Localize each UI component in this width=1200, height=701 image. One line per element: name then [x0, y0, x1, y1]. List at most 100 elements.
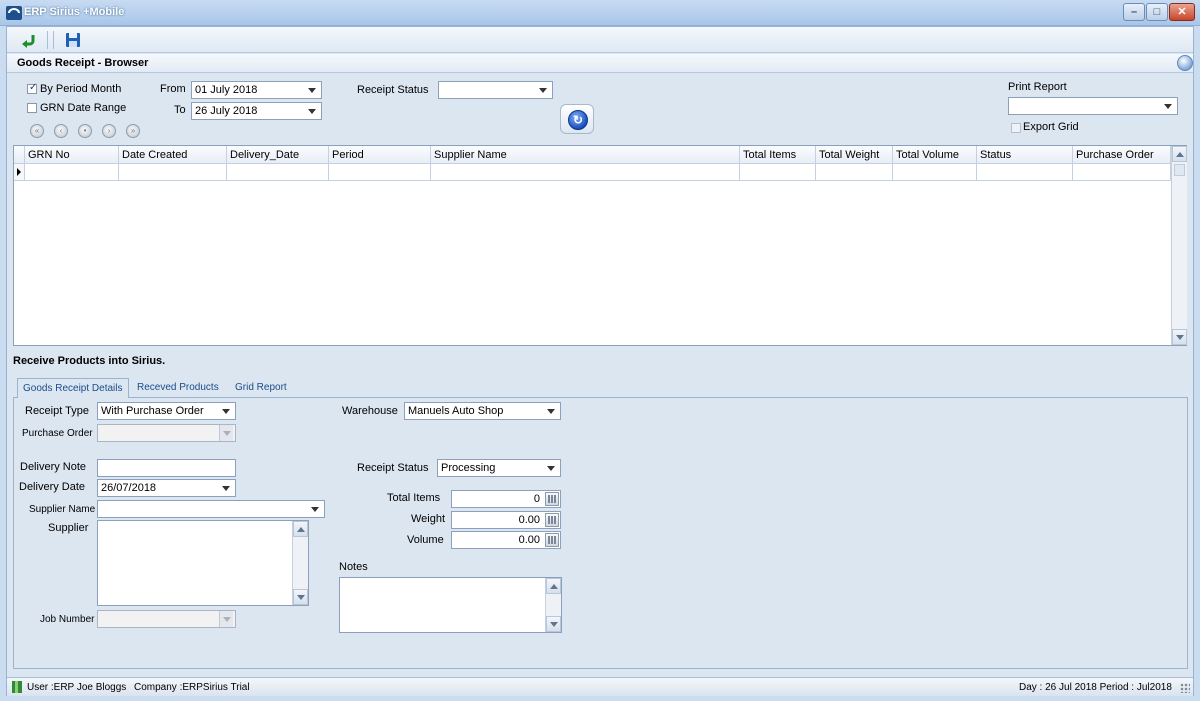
column-header-total-weight[interactable]: Total Weight	[816, 146, 893, 164]
scroll-down-icon[interactable]	[546, 616, 561, 632]
notes-label: Notes	[339, 561, 368, 573]
by-period-month-label: By Period Month	[40, 83, 122, 95]
notes-memo-scrollbar[interactable]	[545, 578, 561, 632]
grid-cell[interactable]	[977, 164, 1073, 181]
print-report-label: Print Report	[1008, 81, 1067, 93]
refresh-glyph: ↻	[572, 113, 584, 127]
column-header-status[interactable]: Status	[977, 146, 1073, 164]
chevron-down-icon[interactable]	[544, 403, 558, 419]
print-report-combo[interactable]	[1008, 97, 1178, 115]
chevron-down-icon[interactable]	[536, 82, 550, 98]
nav-last-glyph: »	[130, 126, 136, 135]
detail-receipt-status-value: Processing	[441, 462, 496, 474]
delivery-note-input[interactable]	[97, 459, 236, 477]
receipt-type-value: With Purchase Order	[101, 405, 204, 417]
toolbar-separator	[47, 31, 48, 49]
grid-cell[interactable]	[119, 164, 227, 181]
job-number-label: Job Number	[40, 614, 95, 625]
delivery-date-combo[interactable]: 26/07/2018	[97, 479, 236, 497]
volume-input[interactable]: 0.00	[451, 531, 561, 549]
grid-cell[interactable]	[25, 164, 119, 181]
chevron-down-icon[interactable]	[305, 103, 319, 119]
scroll-up-icon[interactable]	[546, 578, 561, 594]
nav-next-icon[interactable]: ›	[102, 124, 116, 138]
scroll-thumb[interactable]	[1174, 164, 1185, 176]
chevron-down-icon[interactable]	[219, 480, 233, 496]
from-date-combo[interactable]: 01 July 2018	[191, 81, 322, 99]
purchase-order-combo[interactable]	[97, 424, 236, 442]
chevron-down-icon[interactable]	[544, 460, 558, 476]
supplier-memo-scrollbar[interactable]	[292, 521, 308, 605]
chevron-down-icon[interactable]	[308, 501, 322, 517]
column-header-date-created[interactable]: Date Created	[119, 146, 227, 164]
total-items-input[interactable]: 0	[451, 490, 561, 508]
supplier-name-combo[interactable]	[97, 500, 325, 518]
calculator-icon[interactable]	[545, 492, 559, 506]
warehouse-combo[interactable]: Manuels Auto Shop	[404, 402, 561, 420]
chevron-down-icon[interactable]	[1161, 98, 1175, 114]
back-arrow-icon[interactable]	[19, 30, 39, 50]
calculator-icon[interactable]	[545, 513, 559, 527]
chevron-down-icon[interactable]	[219, 425, 233, 441]
grid-cell[interactable]	[431, 164, 740, 181]
grn-date-range-checkbox[interactable]	[27, 103, 37, 113]
column-header-grn-no[interactable]: GRN No	[25, 146, 119, 164]
scroll-up-icon[interactable]	[1172, 146, 1187, 162]
notes-memo[interactable]	[339, 577, 562, 633]
save-floppy-icon[interactable]	[63, 30, 83, 50]
column-header-supplier-name[interactable]: Supplier Name	[431, 146, 740, 164]
grid-cell[interactable]	[1073, 164, 1171, 181]
tab-grid-report[interactable]: Grid Report	[230, 378, 292, 398]
minimize-button[interactable]: –	[1123, 3, 1145, 21]
chevron-down-icon[interactable]	[219, 403, 233, 419]
job-number-combo[interactable]	[97, 610, 236, 628]
export-grid-checkbox[interactable]	[1011, 123, 1021, 133]
weight-input[interactable]: 0.00	[451, 511, 561, 529]
to-date-combo[interactable]: 26 July 2018	[191, 102, 322, 120]
toolbar	[7, 27, 1193, 53]
grid-cell[interactable]	[893, 164, 977, 181]
grid-cell[interactable]	[740, 164, 816, 181]
to-label: To	[174, 104, 186, 116]
nav-first-icon[interactable]: «	[30, 124, 44, 138]
nav-last-icon[interactable]: »	[126, 124, 140, 138]
maximize-button[interactable]: □	[1146, 3, 1168, 21]
warehouse-label: Warehouse	[342, 405, 398, 417]
chevron-down-icon[interactable]	[219, 611, 233, 627]
detail-receipt-status-combo[interactable]: Processing	[437, 459, 561, 477]
nav-next-glyph: ›	[107, 126, 111, 135]
scroll-up-icon[interactable]	[293, 521, 308, 537]
scroll-down-icon[interactable]	[293, 589, 308, 605]
supplier-memo[interactable]	[97, 520, 309, 606]
chevron-down-icon[interactable]	[305, 82, 319, 98]
collapse-refresh-icon[interactable]	[1177, 55, 1193, 71]
refresh-button[interactable]: ↻	[560, 104, 594, 134]
tab-goods-receipt-details[interactable]: Goods Receipt Details	[17, 378, 129, 398]
grid-cell[interactable]	[329, 164, 431, 181]
receipt-type-combo[interactable]: With Purchase Order	[97, 402, 236, 420]
nav-current-icon[interactable]: •	[78, 124, 92, 138]
receipt-status-label: Receipt Status	[357, 84, 429, 96]
close-button[interactable]: ✕	[1169, 3, 1195, 21]
column-header-purchase-order[interactable]: Purchase Order	[1073, 146, 1171, 164]
grid-cell[interactable]	[227, 164, 329, 181]
tab-received-products[interactable]: Receved Products	[132, 378, 224, 398]
receipt-status-combo[interactable]	[438, 81, 553, 99]
scroll-down-icon[interactable]	[1172, 329, 1187, 345]
by-period-month-checkbox[interactable]: ✓	[27, 82, 38, 94]
grid-vertical-scrollbar[interactable]	[1171, 146, 1187, 345]
resize-grip-icon[interactable]	[1180, 683, 1190, 693]
purchase-order-label: Purchase Order	[22, 428, 93, 439]
grid-cell[interactable]	[816, 164, 893, 181]
status-company: Company :ERPSirius Trial	[134, 682, 250, 693]
status-bar: User :ERP Joe Bloggs Company :ERPSirius …	[7, 677, 1193, 696]
nav-prev-icon[interactable]: ‹	[54, 124, 68, 138]
checkmark-icon: ✓	[29, 82, 38, 93]
column-header-delivery-date[interactable]: Delivery_Date	[227, 146, 329, 164]
calculator-icon[interactable]	[545, 533, 559, 547]
goods-receipt-grid[interactable]: GRN No Date Created Delivery_Date Period…	[13, 145, 1187, 346]
column-header-period[interactable]: Period	[329, 146, 431, 164]
column-header-total-items[interactable]: Total Items	[740, 146, 816, 164]
maximize-icon: □	[1153, 6, 1161, 18]
column-header-total-volume[interactable]: Total Volume	[893, 146, 977, 164]
